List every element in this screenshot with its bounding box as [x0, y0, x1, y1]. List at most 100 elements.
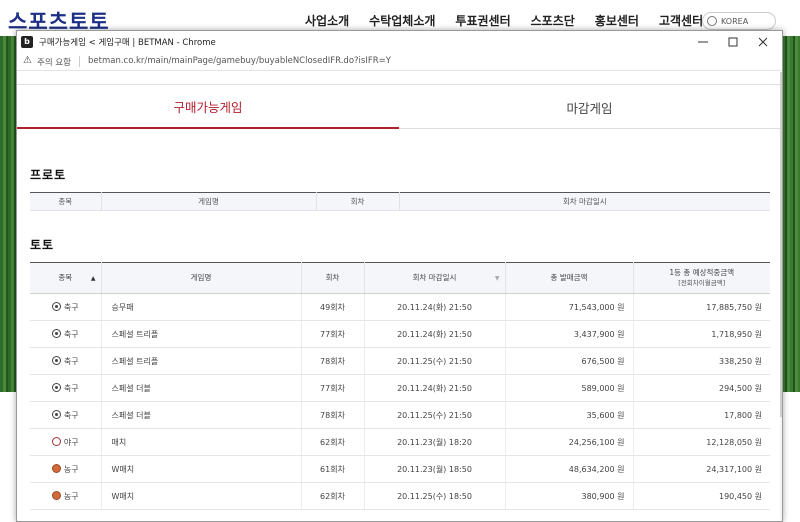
nav-item-business[interactable]: 사업소개: [305, 12, 349, 29]
proto-header-sport: 종목: [30, 192, 102, 211]
cell-game-name[interactable]: 스페셜 트리플: [101, 320, 302, 348]
cell-total-sales: 676,500 원: [505, 347, 634, 375]
table-row[interactable]: 농구 W매치 62회차 20.11.25(수) 18:50 380,900 원 190,4…: [30, 482, 770, 510]
table-row[interactable]: 농구 W매치 61회차 20.11.23(월) 18:50 48,634,200 원 24…: [30, 455, 770, 483]
cell-deadline: 20.11.24(화) 21:50: [364, 374, 506, 402]
cell-expected-payout: 17,800 원: [633, 401, 770, 429]
table-row[interactable]: 축구 승무패 49회차 20.11.24(화) 21:50 71,543,000 원 17…: [30, 293, 770, 321]
cell-deadline: 20.11.23(월) 18:20: [364, 428, 506, 456]
cell-game-name[interactable]: 스페셜 더블: [101, 374, 302, 402]
cell-sport: 축구: [30, 401, 102, 429]
nav-item-pr-center[interactable]: 홍보센터: [595, 12, 639, 29]
toto-section-title: 토토: [30, 238, 55, 252]
toto-header-deadline-label: 회차 마감일시: [412, 272, 457, 282]
tab-closed-games[interactable]: 마감게임: [399, 85, 780, 129]
scrollbar[interactable]: [780, 72, 782, 521]
toto-header-round: 회차: [301, 262, 365, 294]
tab-buyable-games[interactable]: 구매가능게임: [17, 85, 399, 129]
sport-label: 축구: [63, 329, 79, 339]
cell-expected-payout: 294,500 원: [633, 374, 770, 402]
sort-desc-icon[interactable]: ▼: [495, 275, 500, 283]
cell-expected-payout: 338,250 원: [633, 347, 770, 375]
cell-sport: 축구: [30, 347, 102, 375]
cell-total-sales: 24,256,100 원: [505, 428, 634, 456]
proto-header-deadline: 회차 마감일시: [399, 192, 770, 211]
proto-table: 종목 게임명 회차 회차 마감일시: [30, 192, 770, 211]
popup-window: b 구매가능게임 < 게임구매 | BETMAN - Chrome ⚠ 주의 요…: [16, 30, 783, 522]
basketball-icon: [51, 463, 61, 473]
window-titlebar[interactable]: b 구매가능게임 < 게임구매 | BETMAN - Chrome: [17, 31, 782, 53]
cell-expected-payout: 1,718,950 원: [633, 320, 770, 348]
close-icon: [758, 37, 768, 47]
cell-round: 77회차: [301, 374, 365, 402]
sport-label: 농구: [63, 464, 79, 474]
soccer-ball-icon: [51, 382, 61, 392]
minimize-button[interactable]: [688, 33, 718, 51]
cell-sport: 야구: [30, 428, 102, 456]
game-tabs: 구매가능게임 마감게임: [17, 84, 780, 129]
cell-game-name[interactable]: W매치: [101, 482, 302, 510]
close-button[interactable]: [748, 33, 778, 51]
url-text[interactable]: betman.co.kr/main/mainPage/gamebuy/buyab…: [88, 56, 391, 66]
cell-game-name[interactable]: 스페셜 트리플: [101, 347, 302, 375]
cell-round: 62회차: [301, 482, 365, 510]
address-bar[interactable]: ⚠ 주의 요함 betman.co.kr/main/mainPage/gameb…: [17, 53, 782, 71]
cell-game-name[interactable]: 스페셜 더블: [101, 401, 302, 429]
cell-game-name[interactable]: 매치: [101, 428, 302, 456]
cell-deadline: 20.11.25(수) 21:50: [364, 401, 506, 429]
toto-header-carryover-note: [전회차이월금액]: [678, 278, 726, 287]
sort-asc-icon[interactable]: ▲: [91, 275, 96, 283]
maximize-button[interactable]: [718, 33, 748, 51]
cell-game-name[interactable]: 승무패: [101, 293, 302, 321]
toto-table: 종목 ▲ 게임명 회차 회차 마감일시 ▼ 총 발매금액 1등 총 예상적중금액…: [30, 262, 770, 510]
background-grass-right: [782, 36, 800, 392]
site-nav: 사업소개 수탁업체소개 투표권센터 스포츠단 홍보센터 고객센터: [305, 12, 703, 29]
sport-label: 축구: [63, 356, 79, 366]
toto-table-body: 축구 승무패 49회차 20.11.24(화) 21:50 71,543,000 원 17…: [30, 293, 770, 510]
cell-game-name[interactable]: W매치: [101, 455, 302, 483]
window-title: 구매가능게임 < 게임구매 | BETMAN - Chrome: [39, 38, 216, 48]
toto-header-expected-label: 1등 총 예상적중금액: [669, 268, 735, 278]
cell-deadline: 20.11.25(수) 18:50: [364, 482, 506, 510]
table-row[interactable]: 축구 스페셜 트리플 78회차 20.11.25(수) 21:50 676,500 원3…: [30, 347, 770, 375]
sport-label: 축구: [63, 383, 79, 393]
toto-header-total-sales: 총 발매금액: [505, 262, 634, 294]
cell-round: 62회차: [301, 428, 365, 456]
address-separator: [79, 56, 80, 67]
table-row[interactable]: 야구 매치 62회차 20.11.23(월) 18:20 24,256,100 원 12,…: [30, 428, 770, 456]
proto-header-game-name: 게임명: [101, 192, 317, 211]
soccer-ball-icon: [51, 355, 61, 365]
scrollbar-thumb[interactable]: [780, 72, 782, 417]
nav-item-sports-team[interactable]: 스포츠단: [531, 12, 575, 29]
cell-deadline: 20.11.25(수) 21:50: [364, 347, 506, 375]
minimize-icon: [698, 41, 708, 43]
basketball-icon: [51, 490, 61, 500]
table-row[interactable]: 축구 스페셜 더블 78회차 20.11.25(수) 21:50 35,600 원 17,…: [30, 401, 770, 429]
table-row[interactable]: 축구 스페셜 더블 77회차 20.11.24(화) 21:50 589,000 원 29…: [30, 374, 770, 402]
table-row[interactable]: 축구 스페셜 트리플 77회차 20.11.24(화) 21:50 3,437,900 …: [30, 320, 770, 348]
nav-item-customer-center[interactable]: 고객센터: [659, 12, 703, 29]
cell-expected-payout: 24,317,100 원: [633, 455, 770, 483]
language-label: KOREA: [721, 16, 749, 26]
nav-item-trustee[interactable]: 수탁업체소개: [369, 12, 435, 29]
sport-label: 농구: [63, 491, 79, 501]
toto-header-expected-payout: 1등 총 예상적중금액 [전회차이월금액]: [633, 262, 770, 294]
background-grass-left: [0, 36, 17, 392]
sport-label: 야구: [63, 437, 79, 447]
cell-sport: 축구: [30, 374, 102, 402]
toto-header-deadline[interactable]: 회차 마감일시 ▼: [364, 262, 506, 294]
cell-deadline: 20.11.24(화) 21:50: [364, 320, 506, 348]
proto-header-round: 회차: [316, 192, 400, 211]
cell-deadline: 20.11.24(화) 21:50: [364, 293, 506, 321]
nav-item-ticket-center[interactable]: 투표권센터: [455, 12, 510, 29]
maximize-icon: [728, 37, 738, 47]
sport-label: 축구: [63, 410, 79, 420]
cell-total-sales: 380,900 원: [505, 482, 634, 510]
baseball-icon: [51, 436, 61, 446]
security-warning[interactable]: 주의 요함: [37, 56, 71, 68]
language-selector[interactable]: KOREA: [702, 12, 776, 30]
cell-round: 61회차: [301, 455, 365, 483]
cell-total-sales: 48,634,200 원: [505, 455, 634, 483]
toto-header-sport[interactable]: 종목 ▲: [30, 262, 102, 294]
sport-label: 축구: [63, 302, 79, 312]
